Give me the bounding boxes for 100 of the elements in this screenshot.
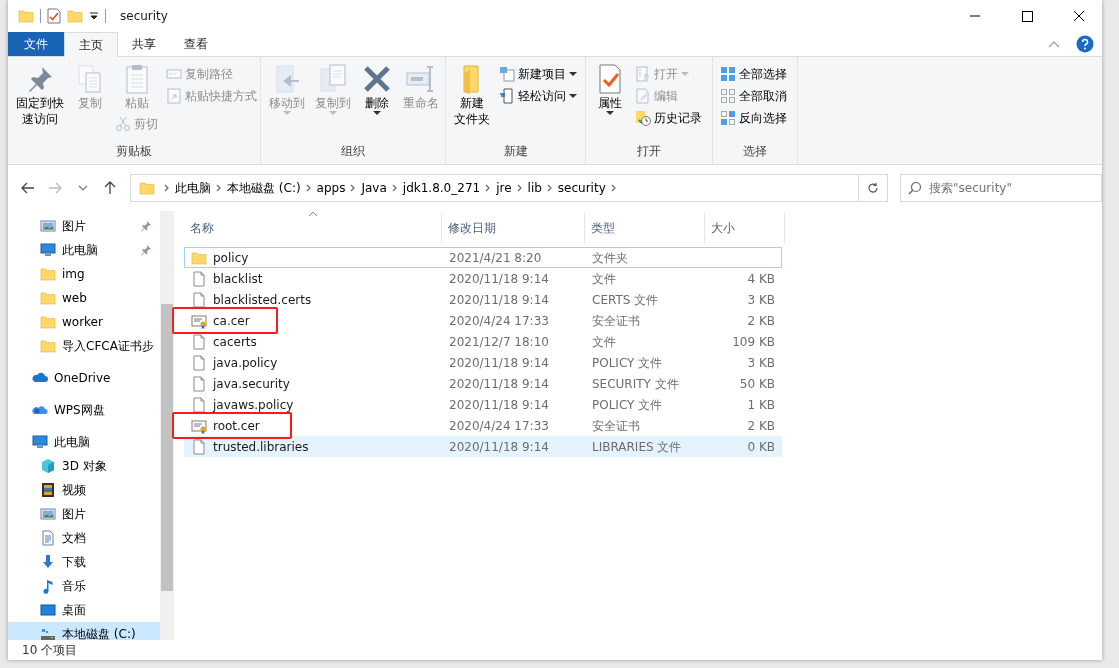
sidebar-item[interactable]: 导入CFCA证书步	[8, 334, 160, 358]
size-cell: 4 KB	[747, 271, 775, 286]
file-row[interactable]: cacerts 2021/12/7 18:10 文件 109 KB	[184, 331, 782, 352]
sidebar-item[interactable]: OneDrive	[8, 366, 160, 390]
ribbon-button[interactable]: 属性	[590, 61, 630, 119]
ribbon-button[interactable]: 反向选择	[717, 107, 790, 129]
date-cell: 2020/11/18 9:14	[449, 292, 549, 307]
file-name: ca.cer	[213, 312, 250, 330]
type-cell: 文件夹	[592, 250, 628, 265]
sidebar-item[interactable]: 图片	[8, 502, 160, 526]
file-name: java.security	[213, 375, 290, 393]
type-cell: POLICY 文件	[592, 397, 663, 412]
column-header[interactable]: 大小	[705, 213, 785, 243]
window-title: security	[120, 8, 168, 25]
item-count: 10 个项目	[22, 642, 78, 659]
sidebar-item[interactable]: 文档	[8, 526, 160, 550]
size-cell: 0 KB	[747, 439, 775, 454]
file-name: java.policy	[213, 354, 278, 372]
group-label: 选择	[742, 143, 768, 160]
file-name: javaws.policy	[213, 396, 294, 414]
column-header[interactable]: 修改日期	[442, 213, 585, 243]
ribbon-button[interactable]: 历史记录	[632, 107, 705, 129]
date-cell: 2020/4/24 17:33	[449, 418, 549, 433]
type-cell: 安全证书	[592, 313, 640, 328]
sidebar-item[interactable]: WPS网盘	[8, 398, 160, 422]
date-cell: 2020/11/18 9:14	[449, 439, 549, 454]
date-cell: 2020/11/18 9:14	[449, 355, 549, 370]
file-name: blacklisted.certs	[213, 291, 312, 309]
date-cell: 2020/4/24 17:33	[449, 313, 549, 328]
search-field[interactable]: 搜索"security"	[900, 174, 1102, 202]
size-cell: 2 KB	[747, 313, 775, 328]
size-cell: 3 KB	[747, 292, 775, 307]
breadcrumb[interactable]: 此电脑	[171, 179, 215, 197]
group-label: 新建	[502, 143, 529, 160]
sidebar-item[interactable]: worker	[8, 310, 160, 334]
breadcrumb[interactable]: Java	[357, 179, 391, 197]
breadcrumb[interactable]: apps	[312, 179, 350, 197]
file-row[interactable]: root.cer 2020/4/24 17:33 安全证书 2 KB	[184, 415, 782, 436]
breadcrumb[interactable]: jre	[492, 179, 516, 197]
ribbon-tab[interactable]: 共享	[118, 32, 170, 56]
breadcrumb[interactable]: 本地磁盘 (C:)	[223, 179, 305, 197]
sidebar-item[interactable]: web	[8, 286, 160, 310]
date-cell: 2020/11/18 9:14	[449, 271, 549, 286]
file-menu-button[interactable]: 文件	[8, 32, 64, 56]
file-row[interactable]: policy 2021/4/21 8:20 文件夹	[184, 247, 782, 268]
file-name: root.cer	[213, 417, 260, 435]
type-cell: CERTS 文件	[592, 292, 659, 307]
size-cell: 50 KB	[739, 376, 775, 391]
sidebar-item[interactable]: 本地磁盘 (C:)	[8, 622, 160, 640]
breadcrumb[interactable]: lib	[523, 179, 546, 197]
sidebar-item[interactable]: 此电脑	[8, 430, 160, 454]
group-label: 剪贴板	[115, 143, 153, 160]
sidebar-item[interactable]: 视频	[8, 478, 160, 502]
breadcrumb[interactable]: security	[553, 179, 610, 197]
sidebar-item[interactable]: img	[8, 262, 160, 286]
file-name: trusted.libraries	[213, 438, 309, 456]
ribbon-button[interactable]: 轻松访问	[496, 85, 580, 107]
size-cell: 3 KB	[747, 355, 775, 370]
type-cell: 文件	[592, 271, 616, 286]
file-name: policy	[213, 249, 249, 267]
group-label: 打开	[636, 143, 662, 160]
type-cell: SECURITY 文件	[592, 376, 679, 391]
ribbon-button[interactable]: 新建 文件夹	[450, 61, 494, 130]
ribbon-button[interactable]: 全部取消	[717, 85, 790, 107]
file-row[interactable]: javaws.policy 2020/11/18 9:14 POLICY 文件 1 KB	[184, 394, 782, 415]
file-row[interactable]: java.security 2020/11/18 9:14 SECURITY 文件 50 KB	[184, 373, 782, 394]
sidebar-item[interactable]: 下载	[8, 550, 160, 574]
type-cell: 安全证书	[592, 418, 640, 433]
date-cell: 2020/11/18 9:14	[449, 376, 549, 391]
sidebar-item[interactable]: 音乐	[8, 574, 160, 598]
file-row[interactable]: blacklist 2020/11/18 9:14 文件 4 KB	[184, 268, 782, 289]
ribbon-tab[interactable]: 查看	[170, 32, 222, 56]
sidebar-item[interactable]: 3D 对象	[8, 454, 160, 478]
file-row[interactable]: blacklisted.certs 2020/11/18 9:14 CERTS 文件 3 KB	[184, 289, 782, 310]
size-cell: 1 KB	[747, 397, 775, 412]
file-row[interactable]: ca.cer 2020/4/24 17:33 安全证书 2 KB	[184, 310, 782, 331]
date-cell: 2020/11/18 9:14	[449, 397, 549, 412]
breadcrumb[interactable]: jdk1.8.0_271	[398, 179, 485, 197]
date-cell: 2021/4/21 8:20	[449, 250, 542, 265]
column-header[interactable]: 类型	[585, 213, 705, 243]
group-label: 组织	[340, 143, 366, 160]
type-cell: LIBRARIES 文件	[592, 439, 682, 454]
ribbon-button[interactable]: 新建项目	[496, 63, 580, 85]
date-cell: 2021/12/7 18:10	[449, 334, 549, 349]
sidebar-item[interactable]: 此电脑	[8, 238, 160, 262]
column-header[interactable]: 名称	[184, 213, 442, 243]
file-row[interactable]: trusted.libraries 2020/11/18 9:14 LIBRARIES 文件 0 KB	[184, 436, 782, 457]
sidebar-item[interactable]: 桌面	[8, 598, 160, 622]
ribbon-button[interactable]: 固定到快 速访问	[12, 61, 68, 130]
address-bar[interactable]: 此电脑 本地磁盘 (C:) apps Java jdk1.8.0_271 jre lib security	[130, 174, 860, 202]
sidebar-item[interactable]: 图片	[8, 214, 160, 238]
ribbon-tab[interactable]: 主页	[64, 32, 118, 57]
size-cell: 109 KB	[732, 334, 775, 349]
ribbon-button[interactable]: 删除	[357, 61, 397, 119]
file-name: cacerts	[213, 333, 257, 351]
ribbon-button[interactable]: 全部选择	[717, 63, 790, 85]
type-cell: 文件	[592, 334, 616, 349]
file-name: blacklist	[213, 270, 263, 288]
file-row[interactable]: java.policy 2020/11/18 9:14 POLICY 文件 3 KB	[184, 352, 782, 373]
type-cell: POLICY 文件	[592, 355, 663, 370]
